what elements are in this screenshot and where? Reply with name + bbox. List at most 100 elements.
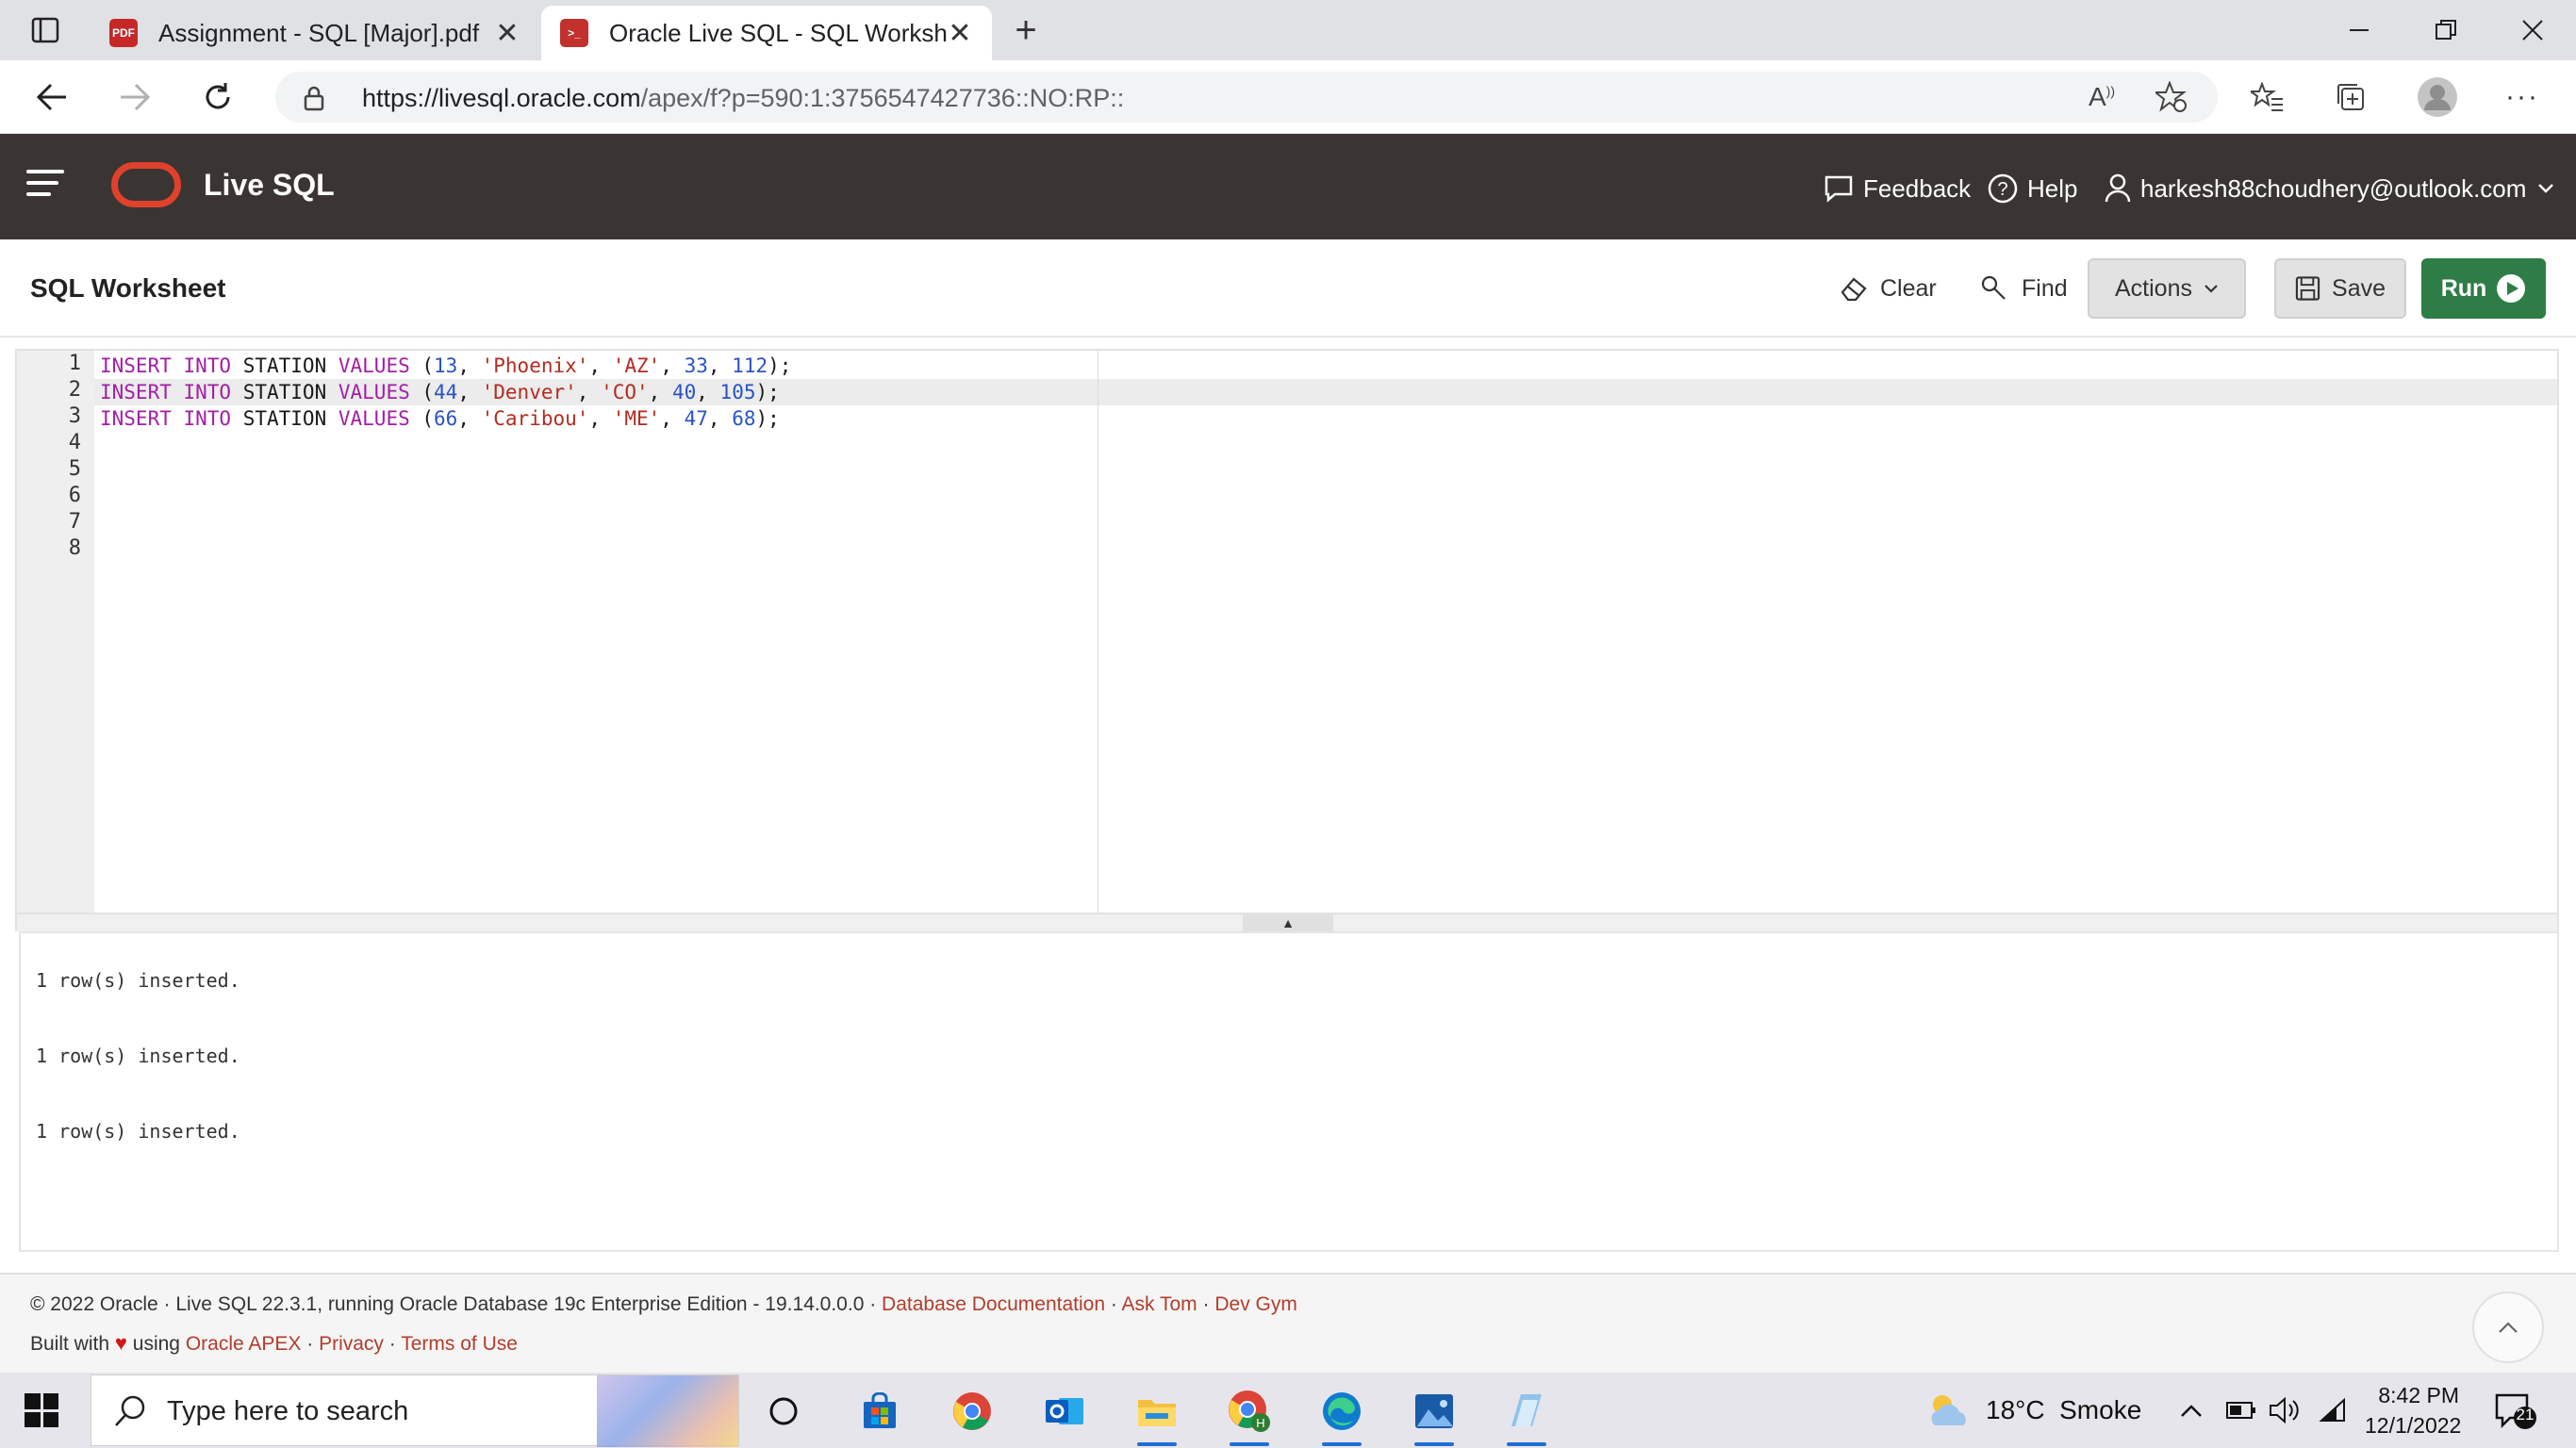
code-area[interactable]: INSERT INTO STATION VALUES (13, 'Phoenix… <box>100 353 791 432</box>
line-number: 5 <box>68 457 81 481</box>
code-token: , <box>457 407 482 430</box>
built-with-text: Built with <box>30 1333 110 1355</box>
taskbar-search[interactable]: Type here to search <box>91 1374 739 1447</box>
tab-assignment-pdf[interactable]: PDF Assignment - SQL [Major].pdf ✕ <box>91 6 539 60</box>
refresh-button[interactable] <box>192 74 243 121</box>
find-label: Find <box>2022 274 2068 302</box>
collections-icon[interactable] <box>2327 74 2374 121</box>
restore-button[interactable] <box>2408 8 2484 53</box>
url-bar[interactable]: https://livesql.oracle.com/apex/f?p=590:… <box>275 72 2218 123</box>
running-indicator <box>1414 1442 1454 1446</box>
edge-icon[interactable] <box>1313 1382 1371 1446</box>
save-label: Save <box>2332 274 2386 302</box>
user-menu[interactable]: harkesh88choudhery@outlook.com <box>2105 170 2564 207</box>
scroll-to-top-button[interactable] <box>2472 1292 2544 1363</box>
file-explorer-icon[interactable] <box>1128 1382 1186 1446</box>
code-token: VALUES <box>338 381 410 403</box>
code-line[interactable]: INSERT INTO STATION VALUES (66, 'Caribou… <box>100 405 791 432</box>
privacy-link[interactable]: Privacy <box>319 1333 384 1355</box>
read-aloud-icon[interactable]: A)) <box>2078 74 2125 121</box>
code-token: , <box>707 407 733 430</box>
volume-icon[interactable] <box>2269 1373 2303 1448</box>
back-button[interactable] <box>26 74 77 121</box>
line-number: 4 <box>68 431 81 454</box>
find-button[interactable]: Find <box>1961 258 2087 319</box>
line-number: 8 <box>68 536 81 560</box>
dev-gym-link[interactable]: Dev Gym <box>1214 1293 1297 1315</box>
chrome-icon[interactable] <box>943 1382 1001 1440</box>
code-token: 'CO' <box>601 381 649 403</box>
code-line[interactable]: INSERT INTO STATION VALUES (44, 'Denver'… <box>100 379 791 405</box>
minimize-button[interactable] <box>2321 8 2397 53</box>
footer-built-with: Built with ♥ using Oracle APEX · Privacy… <box>30 1331 518 1356</box>
output-message: 1 row(s) inserted. <box>36 1120 240 1143</box>
battery-icon[interactable] <box>2225 1373 2257 1448</box>
database-documentation-link[interactable]: Database Documentation <box>882 1293 1105 1315</box>
line-number: 1 <box>68 352 81 375</box>
weather-widget[interactable]: 18°C Smoke <box>1924 1373 2141 1448</box>
footer-copyright: © 2022 Oracle · Live SQL 22.3.1, running… <box>30 1293 1297 1316</box>
notification-count: 21 <box>2516 1406 2535 1423</box>
store-icon[interactable] <box>850 1382 909 1440</box>
code-token: 'Phoenix' <box>481 354 589 377</box>
notification-center-icon[interactable]: 21 <box>2493 1391 2538 1436</box>
code-token: 'AZ' <box>612 354 661 377</box>
code-line[interactable]: INSERT INTO STATION VALUES (13, 'Phoenix… <box>100 353 791 379</box>
running-indicator <box>1230 1442 1269 1446</box>
oracle-sql-icon: >_ <box>560 19 588 47</box>
lock-icon[interactable] <box>304 85 324 116</box>
favorites-icon[interactable] <box>2244 74 2291 121</box>
chevron-up-icon <box>2499 1322 2518 1333</box>
outlook-icon[interactable] <box>1035 1382 1094 1440</box>
help-link[interactable]: ? Help <box>1988 170 2077 207</box>
show-hidden-icons[interactable] <box>2180 1373 2203 1448</box>
copyright-text: © 2022 Oracle · Live SQL 22.3.1, running… <box>30 1293 883 1315</box>
user-icon <box>2105 173 2131 203</box>
actions-dropdown[interactable]: Actions <box>2088 258 2246 319</box>
app-name[interactable]: Live SQL <box>204 168 335 203</box>
clear-label: Clear <box>1880 274 1937 302</box>
code-token: 'ME' <box>612 407 661 430</box>
sql-editor[interactable]: 12345678 INSERT INTO STATION VALUES (13,… <box>15 349 2559 914</box>
chrome-profile-icon[interactable]: H <box>1220 1382 1279 1446</box>
wifi-icon[interactable] <box>2318 1373 2348 1448</box>
url-text[interactable]: https://livesql.oracle.com/apex/f?p=590:… <box>362 84 1124 113</box>
menu-icon[interactable] <box>26 170 64 204</box>
clear-button[interactable]: Clear <box>1820 258 1956 319</box>
system-clock[interactable]: 8:42 PM 12/1/2022 <box>2365 1380 2461 1440</box>
windows-start-icon[interactable] <box>25 1393 58 1427</box>
ask-tom-link[interactable]: Ask Tom <box>1122 1293 1197 1315</box>
close-tab-icon[interactable]: ✕ <box>494 17 520 50</box>
windows-taskbar: Type here to search H 18°C Smoke 8:42 PM… <box>0 1373 2576 1448</box>
profile-avatar[interactable] <box>2414 74 2461 121</box>
photos-icon[interactable] <box>1405 1382 1463 1446</box>
editor-splitter[interactable]: ▲ <box>15 914 2559 931</box>
tab-oracle-live-sql[interactable]: >_ Oracle Live SQL - SQL Workshee ✕ <box>541 6 992 60</box>
line-number-gutter: 12345678 <box>17 351 94 913</box>
tab-title: Assignment - SQL [Major].pdf <box>158 18 480 47</box>
forward-button[interactable] <box>109 74 160 121</box>
oracle-logo[interactable] <box>111 162 181 207</box>
oracle-apex-link[interactable]: Oracle APEX <box>186 1333 302 1355</box>
close-tab-icon[interactable]: ✕ <box>947 17 973 50</box>
close-window-button[interactable] <box>2495 8 2570 53</box>
separator: · <box>1197 1293 1215 1315</box>
save-button[interactable]: Save <box>2274 258 2406 319</box>
run-button[interactable]: Run <box>2421 258 2546 319</box>
notepad-app-icon[interactable] <box>1497 1382 1556 1446</box>
add-favorite-icon[interactable] <box>2148 74 2195 121</box>
feedback-link[interactable]: Feedback <box>1824 170 1971 207</box>
terms-of-use-link[interactable]: Terms of Use <box>401 1333 518 1355</box>
task-view-icon[interactable] <box>754 1382 813 1440</box>
running-indicator <box>1322 1442 1362 1446</box>
app-header: Live SQL Feedback ? Help harkesh88choudh… <box>0 134 2576 239</box>
tab-actions-icon[interactable] <box>23 13 68 47</box>
code-token: ( <box>409 381 435 403</box>
new-tab-button[interactable]: + <box>1005 9 1047 51</box>
collapse-arrow-icon[interactable]: ▲ <box>1243 914 1333 931</box>
weather-text: 18°C Smoke <box>1986 1395 2142 1424</box>
code-token: INSERT INTO <box>100 407 232 430</box>
code-token: 13 <box>434 354 458 377</box>
address-toolbar: https://livesql.oracle.com/apex/f?p=590:… <box>0 60 2576 134</box>
more-options-icon[interactable]: ··· <box>2499 74 2546 121</box>
